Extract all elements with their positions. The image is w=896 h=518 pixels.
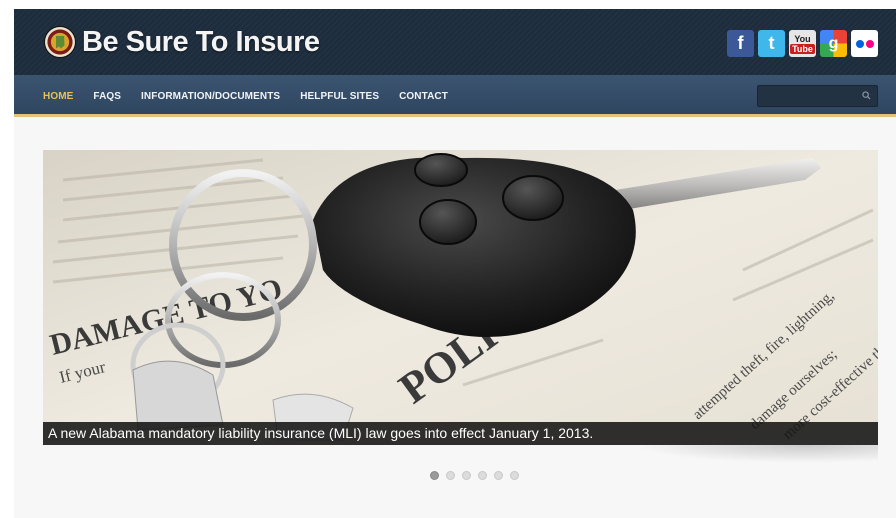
search-input[interactable]	[758, 86, 858, 107]
nav-item-home[interactable]: HOME	[43, 91, 73, 102]
slide-image: DAMAGE TO YO POLICY If your attempted th…	[43, 150, 878, 445]
search-icon[interactable]	[862, 91, 871, 100]
facebook-icon[interactable]: f	[727, 30, 754, 57]
nav-item-faqs[interactable]: FAQS	[93, 91, 121, 102]
site-logo[interactable]: Be Sure To Insure	[44, 23, 320, 61]
slide-dot-1[interactable]	[430, 471, 439, 480]
slide-dot-4[interactable]	[478, 471, 487, 480]
slide-dot-2[interactable]	[446, 471, 455, 480]
google-plus-icon[interactable]: g	[820, 30, 847, 57]
slider-shadow	[634, 445, 878, 463]
slide-caption: A new Alabama mandatory liability insura…	[43, 422, 878, 445]
flickr-icon[interactable]	[851, 30, 878, 57]
search-box	[757, 85, 878, 107]
slide-dot-5[interactable]	[494, 471, 503, 480]
page-wrapper: Be Sure To Insure f t You Tube g HOME FA…	[14, 9, 896, 518]
twitter-icon[interactable]: t	[758, 30, 785, 57]
slide-dot-6[interactable]	[510, 471, 519, 480]
nav-item-information-documents[interactable]: INFORMATION/DOCUMENTS	[141, 91, 280, 102]
slider-pagination	[430, 471, 519, 480]
nav-item-contact[interactable]: CONTACT	[399, 91, 448, 102]
social-links: f t You Tube g	[727, 30, 878, 57]
nav-item-helpful-sites[interactable]: HELPFUL SITES	[300, 91, 379, 102]
slide-dot-3[interactable]	[462, 471, 471, 480]
youtube-icon[interactable]: You Tube	[789, 30, 816, 57]
alabama-seal-icon	[44, 26, 76, 58]
hero-slider[interactable]: DAMAGE TO YO POLICY If your attempted th…	[43, 150, 878, 445]
main-nav: HOME FAQS INFORMATION/DOCUMENTS HELPFUL …	[14, 75, 896, 117]
site-title: Be Sure To Insure	[82, 25, 320, 58]
site-header: Be Sure To Insure f t You Tube g	[14, 9, 896, 75]
